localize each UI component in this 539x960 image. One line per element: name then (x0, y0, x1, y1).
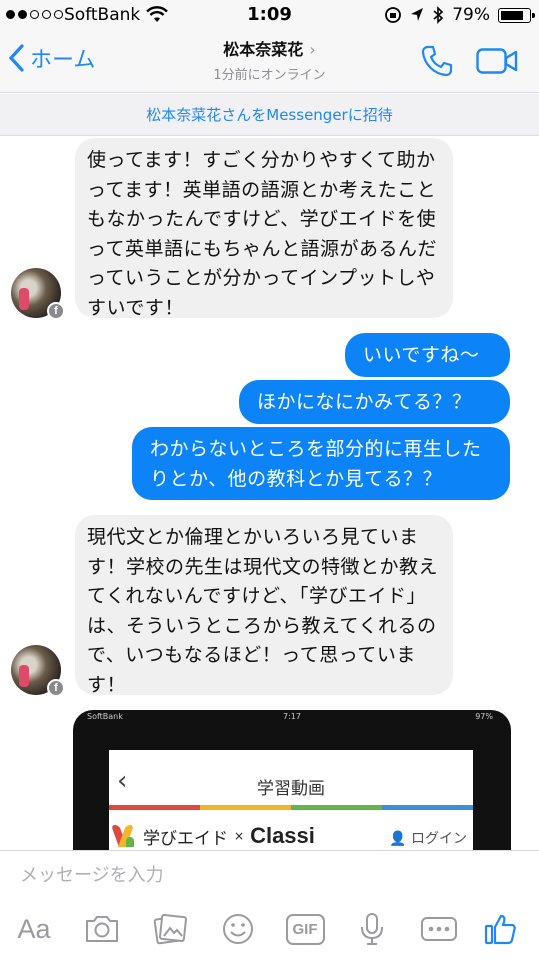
camera-button[interactable] (82, 909, 122, 949)
composer-toolbar: Aa GIF (0, 909, 539, 953)
message-composer: Aa GIF (0, 850, 539, 960)
more-icon (421, 917, 457, 941)
emoji-icon (223, 914, 253, 944)
chevron-right-icon: › (309, 40, 316, 59)
attachment-brand: 学びエイド × Classi (110, 823, 315, 849)
gif-icon: GIF (285, 913, 325, 945)
gif-button[interactable]: GIF (285, 909, 325, 949)
location-icon (411, 8, 424, 21)
camera-icon (86, 916, 118, 942)
outgoing-message[interactable]: いいですね〜 (345, 333, 510, 377)
color-stripe (109, 805, 473, 810)
brand-logo-icon (110, 825, 137, 847)
facebook-icon: f (47, 302, 65, 320)
incoming-message[interactable]: 現代文とか倫理とかいろいろ見ています！学校の先生は現代文の特徴とか教えてくれない… (75, 515, 453, 696)
status-bar: SoftBank 1:09 79% (0, 0, 539, 30)
more-options-button[interactable] (418, 909, 460, 949)
gallery-button[interactable] (150, 909, 190, 949)
facebook-icon: f (47, 679, 65, 697)
incoming-message[interactable]: 使ってます！すごく分かりやすくて助かってます！英単語の語源とか考えたこともなかっ… (75, 138, 453, 319)
conversation-title[interactable]: 松本奈菜花 › 1分前にオンライン (0, 36, 539, 83)
avatar[interactable]: f (11, 268, 65, 320)
gallery-icon (153, 914, 187, 945)
text-format-button[interactable]: Aa (14, 909, 54, 949)
microphone-icon (361, 913, 383, 945)
emoji-button[interactable] (218, 909, 258, 949)
bluetooth-icon (433, 6, 444, 24)
attachment-status-bar: SoftBank 7:17 97% (73, 710, 511, 724)
like-button[interactable] (480, 909, 520, 949)
brand-separator: × (234, 829, 245, 843)
presence-status: 1分前にオンライン (213, 68, 326, 83)
battery-icon (498, 7, 535, 23)
like-icon (484, 914, 516, 945)
attachment-page-title: 学習動画 (257, 779, 325, 799)
attachment-battery: 97% (475, 712, 493, 721)
classi-logo: Classi (250, 823, 315, 848)
top-bar: SoftBank 1:09 79% ホーム 松本奈菜花 › 1分前にオンライン (0, 0, 539, 93)
attachment-time: 7:17 (283, 712, 301, 721)
contact-name: 松本奈菜花 (223, 40, 304, 59)
message-input[interactable] (20, 865, 520, 886)
rotation-lock-icon (385, 7, 402, 23)
image-attachment[interactable]: SoftBank 7:17 97% ‹ 学習動画 学びエイド × Classi … (73, 710, 511, 850)
outgoing-message[interactable]: ほかになにかみてる？？ (239, 380, 510, 424)
login-label: ログイン (411, 831, 467, 847)
brand-name: 学びエイド (143, 828, 228, 849)
outgoing-message[interactable]: わからないところを部分的に再生したりとか、他の教科とか見てる？？ (132, 427, 510, 500)
attachment-login: 👤 ログイン (389, 828, 467, 848)
attachment-page: ‹ 学習動画 学びエイド × Classi 👤 ログイン (109, 750, 473, 850)
battery-percent: 79% (452, 5, 490, 25)
video-camera-icon[interactable] (476, 48, 518, 74)
invite-to-messenger-link[interactable]: 松本奈菜花さんをMessengerに招待 (0, 94, 539, 136)
aa-label: Aa (17, 913, 51, 944)
phone-icon[interactable] (420, 44, 454, 78)
microphone-button[interactable] (352, 909, 392, 949)
avatar[interactable]: f (11, 645, 65, 697)
user-icon: 👤 (389, 831, 407, 847)
